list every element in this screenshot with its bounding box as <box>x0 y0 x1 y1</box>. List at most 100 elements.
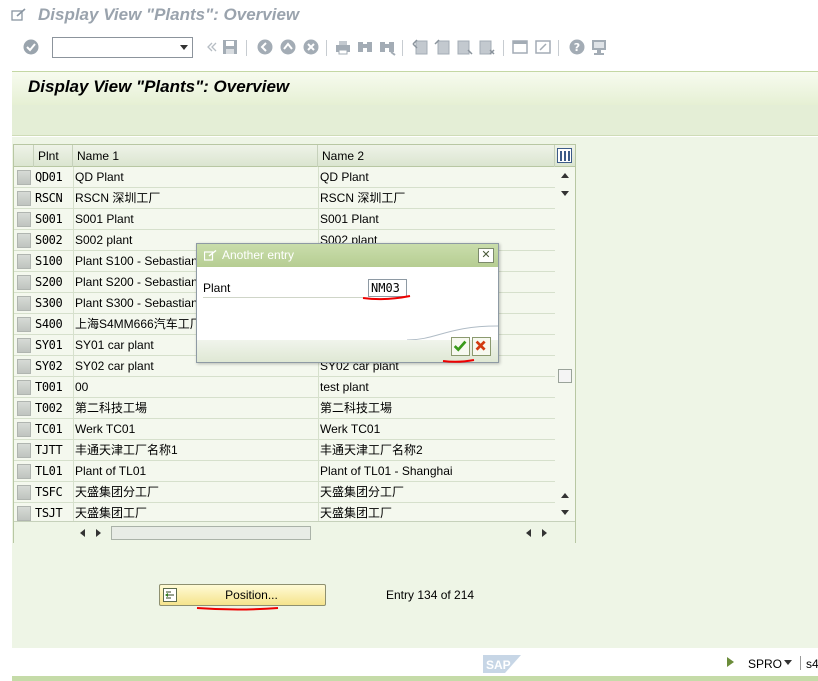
chevron-left-icon <box>203 38 217 56</box>
cell-name1: 丰通天津工厂名称1 <box>73 440 318 461</box>
save-icon[interactable] <box>221 38 239 56</box>
cell-plnt: TC01 <box>35 422 63 436</box>
first-page-icon[interactable] <box>411 38 429 56</box>
system-name: s4 <box>806 657 818 671</box>
cell-plnt: TSFC <box>35 485 63 499</box>
scroll-page-down-icon[interactable] <box>561 510 569 515</box>
row-selector[interactable] <box>17 380 31 395</box>
close-icon[interactable]: ✕ <box>478 248 494 263</box>
window-title: Display View "Plants": Overview <box>38 5 300 24</box>
cell-plnt: TJTT <box>35 443 63 457</box>
cancel-button[interactable] <box>472 337 491 356</box>
cell-plnt: RSCN <box>35 191 63 205</box>
scroll-up-icon[interactable] <box>561 173 569 178</box>
row-selector[interactable] <box>17 506 31 521</box>
cell-name2: S001 Plant <box>318 209 555 230</box>
status-divider <box>800 656 801 670</box>
scroll-end-right-icon[interactable] <box>542 529 547 537</box>
vertical-scroll-thumb[interactable] <box>558 369 572 383</box>
next-page-icon[interactable] <box>456 38 474 56</box>
table-row[interactable]: TC01 Werk TC01 Werk TC01 <box>14 419 555 440</box>
row-selector[interactable] <box>17 401 31 416</box>
print-icon[interactable] <box>334 38 352 56</box>
row-selector[interactable] <box>17 296 31 311</box>
application-toolbar <box>12 105 818 136</box>
customize-layout-icon[interactable] <box>590 38 608 56</box>
row-selector[interactable] <box>17 275 31 290</box>
last-page-icon[interactable] <box>478 38 496 56</box>
row-selector[interactable] <box>17 464 31 479</box>
cell-name1: QD Plant <box>73 167 318 188</box>
chevron-down-icon[interactable] <box>180 45 188 50</box>
previous-page-icon[interactable] <box>433 38 451 56</box>
table-row[interactable]: T002 第二科技工場 第二科技工場 <box>14 398 555 419</box>
cell-name1: S001 Plant <box>73 209 318 230</box>
row-selector[interactable] <box>17 317 31 332</box>
row-selector[interactable] <box>17 212 31 227</box>
enter-icon[interactable] <box>22 38 40 56</box>
cell-name2: 丰通天津工厂名称2 <box>318 440 555 461</box>
table-row[interactable]: TSFC 天盛集团分工厂 天盛集团分工厂 <box>14 482 555 503</box>
row-selector[interactable] <box>17 359 31 374</box>
find-icon[interactable] <box>356 38 374 56</box>
row-selector[interactable] <box>17 170 31 185</box>
table-row[interactable]: T001 00 test plant <box>14 377 555 398</box>
play-icon[interactable] <box>727 657 734 667</box>
help-icon[interactable]: ? <box>568 38 586 56</box>
row-selector[interactable] <box>17 233 31 248</box>
cancel-icon[interactable] <box>302 38 320 56</box>
page-title: Display View "Plants": Overview <box>28 77 290 96</box>
label-underline <box>203 297 363 298</box>
row-selector[interactable] <box>17 254 31 269</box>
column-header-name1[interactable]: Name 1 <box>73 145 318 167</box>
vertical-scrollbar[interactable] <box>555 167 575 521</box>
scroll-page-up-icon[interactable] <box>561 493 569 498</box>
transaction-code[interactable]: SPRO <box>748 657 782 671</box>
table-row[interactable]: S001 S001 Plant S001 Plant <box>14 209 555 230</box>
svg-text:?: ? <box>574 41 580 54</box>
table-row[interactable]: QD01 QD Plant QD Plant <box>14 167 555 188</box>
display-mode-icon <box>11 8 26 21</box>
chevron-down-icon[interactable] <box>784 660 792 665</box>
row-selector[interactable] <box>17 485 31 500</box>
column-header-name2[interactable]: Name 2 <box>318 145 555 167</box>
row-selector[interactable] <box>17 191 31 206</box>
cell-name1: 天盛集团分工厂 <box>73 482 318 503</box>
find-next-icon[interactable] <box>378 38 396 56</box>
position-button[interactable]: Position... <box>159 584 326 606</box>
confirm-button[interactable] <box>451 337 470 356</box>
table-row[interactable]: TL01 Plant of TL01 Plant of TL01 - Shangha… <box>14 461 555 482</box>
column-header-plnt[interactable]: Plnt <box>34 145 73 167</box>
entry-counter: Entry 134 of 214 <box>386 588 475 602</box>
annotation-underline <box>442 359 475 363</box>
cell-plnt: S001 <box>35 212 63 226</box>
table-row[interactable]: RSCN RSCN 深圳工厂 RSCN 深圳工厂 <box>14 188 555 209</box>
cell-name1: 第二科技工場 <box>73 398 318 419</box>
command-field[interactable] <box>52 37 193 58</box>
select-all-header[interactable] <box>14 145 34 167</box>
row-selector[interactable] <box>17 422 31 437</box>
cell-name2: Plant of TL01 - Shanghai <box>318 461 555 482</box>
shortcut-icon[interactable] <box>534 38 552 56</box>
table-settings-icon[interactable] <box>557 148 572 163</box>
row-selector[interactable] <box>17 443 31 458</box>
dialog-title-bar[interactable]: Another entry ✕ <box>197 244 498 267</box>
scroll-down-icon[interactable] <box>561 191 569 196</box>
create-session-icon[interactable] <box>511 38 529 56</box>
svg-text:SAP: SAP <box>486 658 511 672</box>
scroll-end-left-icon[interactable] <box>526 529 531 537</box>
horizontal-scrollbar[interactable] <box>14 521 575 543</box>
row-selector[interactable] <box>17 338 31 353</box>
back-icon[interactable] <box>256 38 274 56</box>
scroll-left-icon[interactable] <box>80 529 85 537</box>
horizontal-scroll-thumb[interactable] <box>111 526 311 540</box>
table-row[interactable]: TJTT 丰通天津工厂名称1 丰通天津工厂名称2 <box>14 440 555 461</box>
cell-name1: Plant of TL01 <box>73 461 318 482</box>
another-entry-dialog: Another entry ✕ Plant NM03 <box>196 243 499 363</box>
cell-plnt: S002 <box>35 233 63 247</box>
display-mode-icon <box>204 250 217 261</box>
cell-plnt: T002 <box>35 401 63 415</box>
exit-icon[interactable] <box>279 38 297 56</box>
scroll-right-icon[interactable] <box>96 529 101 537</box>
cell-name2: Werk TC01 <box>318 419 555 440</box>
